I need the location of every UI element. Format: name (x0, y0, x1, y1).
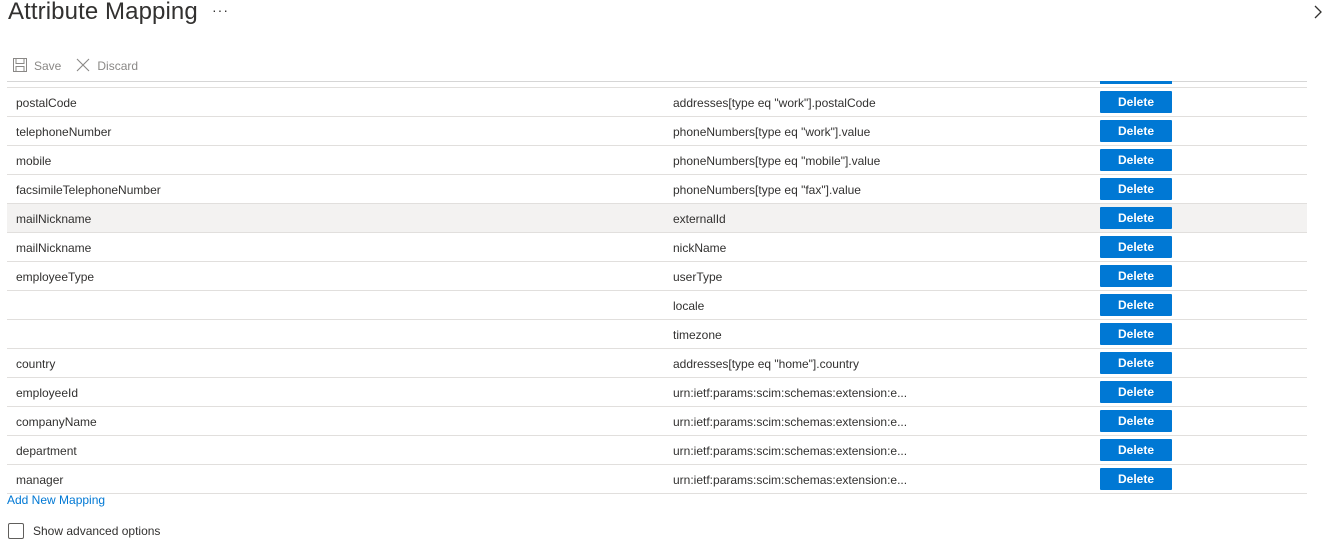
delete-button[interactable]: Delete (1100, 120, 1172, 142)
source-attribute: postalCode (16, 96, 77, 110)
delete-button[interactable]: Delete (1100, 439, 1172, 461)
save-label: Save (34, 59, 62, 73)
target-attribute: phoneNumbers[type eq "fax"].value (673, 183, 861, 197)
target-attribute: timezone (673, 328, 722, 342)
delete-button[interactable]: Delete (1100, 265, 1172, 287)
discard-button[interactable]: Discard (75, 57, 138, 76)
add-new-mapping-link[interactable]: Add New Mapping (7, 493, 105, 507)
table-row[interactable]: telephoneNumber phoneNumbers[type eq "wo… (7, 117, 1307, 146)
source-attribute: companyName (16, 415, 97, 429)
table-row[interactable]: mobile phoneNumbers[type eq "mobile"].va… (7, 146, 1307, 175)
delete-button-partial[interactable] (1100, 81, 1172, 84)
delete-button[interactable]: Delete (1100, 410, 1172, 432)
table-row[interactable]: employeeType userType Delete (7, 262, 1307, 291)
target-attribute: addresses[type eq "work"].postalCode (673, 96, 876, 110)
target-attribute: phoneNumbers[type eq "mobile"].value (673, 154, 881, 168)
save-icon (12, 57, 34, 76)
table-row[interactable]: timezone Delete (7, 320, 1307, 349)
more-options-icon[interactable]: ··· (212, 2, 229, 18)
target-attribute: externalId (673, 212, 726, 226)
target-attribute: userType (673, 270, 723, 284)
target-attribute: nickName (673, 241, 727, 255)
source-attribute: employeeId (16, 386, 79, 400)
source-attribute: department (16, 444, 77, 458)
delete-button[interactable]: Delete (1100, 207, 1172, 229)
table-row[interactable]: mailNickname nickName Delete (7, 233, 1307, 262)
target-attribute: addresses[type eq "home"].country (673, 357, 859, 371)
target-attribute: urn:ietf:params:scim:schemas:extension:e… (673, 386, 908, 400)
target-attribute: urn:ietf:params:scim:schemas:extension:e… (673, 444, 908, 458)
table-row[interactable]: manager urn:ietf:params:scim:schemas:ext… (7, 465, 1307, 494)
save-button[interactable]: Save (12, 57, 61, 76)
source-attribute: mailNickname (16, 212, 92, 226)
close-icon (75, 57, 97, 76)
delete-button[interactable]: Delete (1100, 323, 1172, 345)
table-row[interactable]: companyName urn:ietf:params:scim:schemas… (7, 407, 1307, 436)
delete-button[interactable]: Delete (1100, 149, 1172, 171)
source-attribute: telephoneNumber (16, 125, 112, 139)
delete-button[interactable]: Delete (1100, 178, 1172, 200)
attribute-mapping-table: postalCode addresses[type eq "work"].pos… (7, 87, 1307, 494)
table-row[interactable]: postalCode addresses[type eq "work"].pos… (7, 87, 1307, 117)
delete-button[interactable]: Delete (1100, 236, 1172, 258)
table-row-highlighted[interactable]: mailNickname externalId Delete (7, 204, 1307, 233)
delete-button[interactable]: Delete (1100, 91, 1172, 113)
table-row[interactable]: facsimileTelephoneNumber phoneNumbers[ty… (7, 175, 1307, 204)
table-row[interactable]: country addresses[type eq "home"].countr… (7, 349, 1307, 378)
delete-button[interactable]: Delete (1100, 381, 1172, 403)
table-row[interactable]: employeeId urn:ietf:params:scim:schemas:… (7, 378, 1307, 407)
chevron-right-icon[interactable] (1311, 4, 1322, 20)
show-advanced-options: Show advanced options (8, 523, 160, 539)
target-attribute: phoneNumbers[type eq "work"].value (673, 125, 871, 139)
page-title: Attribute Mapping (8, 0, 198, 25)
delete-button[interactable]: Delete (1100, 468, 1172, 490)
source-attribute: mobile (16, 154, 52, 168)
advanced-options-checkbox[interactable] (8, 523, 24, 539)
source-attribute: country (16, 357, 56, 371)
target-attribute: urn:ietf:params:scim:schemas:extension:e… (673, 473, 908, 487)
delete-button[interactable]: Delete (1100, 352, 1172, 374)
advanced-options-label: Show advanced options (33, 524, 161, 538)
source-attribute: employeeType (16, 270, 95, 284)
delete-button[interactable]: Delete (1100, 294, 1172, 316)
source-attribute: manager (16, 473, 64, 487)
table-row[interactable]: department urn:ietf:params:scim:schemas:… (7, 436, 1307, 465)
table-row[interactable]: locale Delete (7, 291, 1307, 320)
discard-label: Discard (97, 59, 139, 73)
source-attribute: facsimileTelephoneNumber (16, 183, 161, 197)
target-attribute: urn:ietf:params:scim:schemas:extension:e… (673, 415, 908, 429)
target-attribute: locale (673, 299, 705, 313)
toolbar: Save Discard (12, 55, 152, 77)
source-attribute: mailNickname (16, 241, 92, 255)
